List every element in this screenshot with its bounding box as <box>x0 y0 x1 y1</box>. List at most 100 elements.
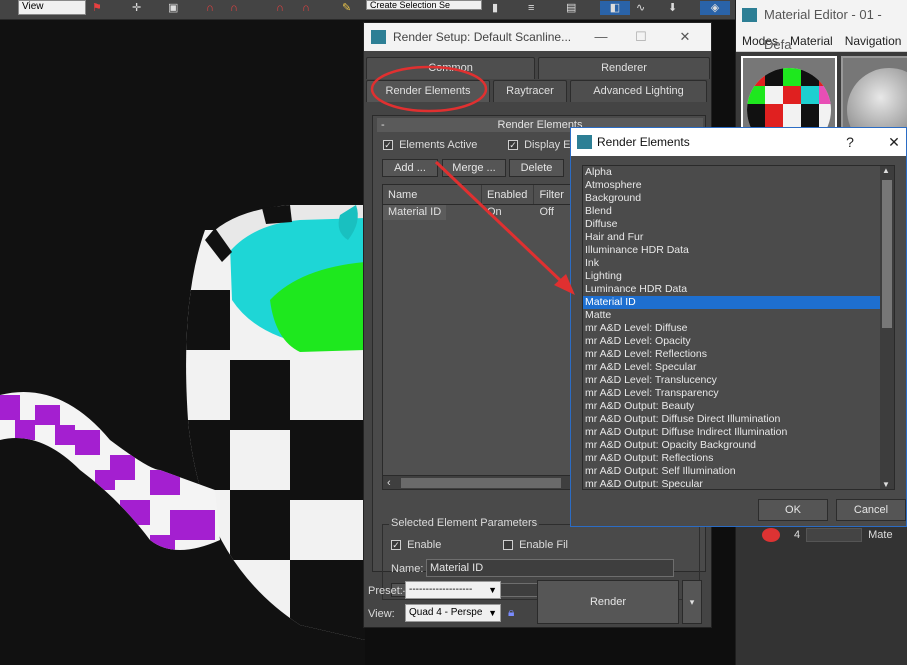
list-item[interactable]: Diffuse <box>583 218 881 231</box>
render-setup-icon[interactable]: ◧ <box>600 1 630 15</box>
enable-checkbox[interactable]: ✓ Enable <box>391 539 441 551</box>
tab-render-elements[interactable]: Render Elements <box>366 80 490 102</box>
display-elements-checkbox[interactable]: ✓ Display El <box>508 139 573 151</box>
mirror-icon[interactable]: ▮ <box>492 1 498 15</box>
list-item[interactable]: mr A&D Level: Diffuse <box>583 322 881 335</box>
render-elements-list[interactable]: Alpha Atmosphere Background Blend Diffuse Hai… <box>582 165 895 490</box>
scroll-left-icon[interactable]: ‹ <box>387 476 391 490</box>
curve-editor-icon[interactable]: ∿ <box>636 1 645 15</box>
snap-toggle-icon[interactable]: ∩ <box>206 1 214 15</box>
list-item[interactable]: mr A&D Output: Reflections <box>583 452 881 465</box>
row-name: Material ID <box>383 205 447 220</box>
list-item[interactable]: mr A&D Level: Reflections <box>583 348 881 361</box>
list-item[interactable]: Matte <box>583 309 881 322</box>
render-dropdown-button[interactable]: ▾ <box>682 580 702 624</box>
list-item[interactable]: Blend <box>583 205 881 218</box>
perspective-viewport[interactable] <box>0 20 365 665</box>
list-item[interactable]: mr A&D Output: Specular <box>583 478 881 489</box>
delete-button[interactable]: Delete <box>509 159 564 177</box>
angle-snap-icon[interactable]: ∩ <box>230 1 238 15</box>
add-button[interactable]: Add ... <box>382 159 438 177</box>
render-elements-table[interactable]: Name Enabled Filter Material ID On Off ‹ <box>382 184 582 490</box>
menu-material[interactable]: Material <box>790 30 833 51</box>
lock-icon[interactable]: 🔒︎ <box>508 605 514 620</box>
render-elements-titlebar[interactable]: Render Elements ? ✕ <box>571 128 906 156</box>
layer-explorer-icon[interactable]: ▤ <box>566 1 576 15</box>
material-editor-icon[interactable]: ◈ <box>700 1 730 15</box>
list-item[interactable]: Ink <box>583 257 881 270</box>
view-label: View: <box>368 608 395 620</box>
minimize-icon[interactable]: — <box>586 23 616 51</box>
list-item[interactable]: Material ID <box>583 296 881 309</box>
list-item[interactable]: mr A&D Level: Opacity <box>583 335 881 348</box>
list-item[interactable]: mr A&D Output: Diffuse Direct Illuminati… <box>583 413 881 426</box>
close-icon[interactable]: ✕ <box>670 23 700 51</box>
list-item[interactable]: mr A&D Output: Opacity Background <box>583 439 881 452</box>
preset-dropdown[interactable]: ------------------- ▼ <box>405 581 501 599</box>
align-icon[interactable]: ≡ <box>528 1 534 15</box>
list-item[interactable]: Hair and Fur <box>583 231 881 244</box>
enable-filtering-label: Enable Fil <box>519 539 568 551</box>
list-item[interactable]: Luminance HDR Data <box>583 283 881 296</box>
row-enabled: On <box>487 206 502 218</box>
render-button[interactable]: Render <box>537 580 679 624</box>
tab-raytracer[interactable]: Raytracer <box>493 80 567 102</box>
scrollbar-thumb[interactable] <box>401 478 561 488</box>
chevron-down-icon: ▼ <box>488 608 497 618</box>
spinner-snap-icon[interactable]: ∩ <box>302 1 310 15</box>
tab-advanced-lighting[interactable]: Advanced Lighting <box>570 80 707 102</box>
reference-coordinate-select[interactable]: View <box>18 0 86 15</box>
app-icon <box>742 8 757 22</box>
close-icon[interactable]: ✕ <box>879 128 907 156</box>
horizontal-scrollbar[interactable]: ‹ <box>383 475 581 489</box>
merge-button[interactable]: Merge ... <box>442 159 506 177</box>
maximize-icon[interactable]: ☐ <box>626 23 656 51</box>
list-item[interactable]: mr A&D Level: Transparency <box>583 387 881 400</box>
sample-slot-2[interactable] <box>841 56 907 130</box>
scale-icon[interactable]: ▣ <box>168 1 178 15</box>
tab-common[interactable]: Common <box>366 57 535 79</box>
scroll-up-icon[interactable]: ▲ <box>882 166 890 175</box>
pivot-icon[interactable]: ⚑ <box>92 1 102 15</box>
sample-slot-1[interactable] <box>741 56 837 130</box>
enable-label: Enable <box>407 539 442 551</box>
vertical-scrollbar[interactable]: ▲ ▼ <box>880 166 894 489</box>
render-setup-titlebar[interactable]: Render Setup: Default Scanline... — ☐ ✕ <box>364 23 711 51</box>
list-item[interactable]: Alpha <box>583 166 881 179</box>
check-icon: ✓ <box>383 140 393 151</box>
menu-navigation[interactable]: Navigation <box>845 30 902 51</box>
edit-named-selection-icon[interactable]: ✎ <box>342 1 351 15</box>
list-item[interactable]: Illuminance HDR Data <box>583 244 881 257</box>
percent-snap-icon[interactable]: ∩ <box>276 1 284 15</box>
element-name-field[interactable]: Material ID <box>426 559 674 577</box>
named-selection-set[interactable]: Create Selection Se <box>366 0 482 10</box>
list-item[interactable]: mr A&D Output: Beauty <box>583 400 881 413</box>
name-label: Name: <box>391 563 424 575</box>
view-dropdown[interactable]: Quad 4 - Perspe ▼ <box>405 604 501 622</box>
ok-button[interactable]: OK <box>758 499 828 521</box>
list-item[interactable]: Lighting <box>583 270 881 283</box>
list-item[interactable]: mr A&D Level: Specular <box>583 361 881 374</box>
column-enabled[interactable]: Enabled <box>482 185 535 204</box>
material-type-icon[interactable] <box>762 528 780 542</box>
select-move-icon[interactable]: ✛ <box>132 1 141 15</box>
schematic-view-icon[interactable]: ⬇ <box>668 1 677 15</box>
teapot-model <box>0 205 365 640</box>
list-item[interactable]: Background <box>583 192 881 205</box>
tab-renderer[interactable]: Renderer <box>538 57 710 79</box>
material-editor-titlebar[interactable]: Material Editor - 01 - Defa <box>736 0 907 52</box>
column-name[interactable]: Name <box>383 185 482 204</box>
slot-name-field[interactable] <box>806 528 863 542</box>
rollout-collapse-toggle[interactable]: - <box>381 118 385 132</box>
list-item[interactable]: mr A&D Level: Translucency <box>583 374 881 387</box>
cancel-button[interactable]: Cancel <box>836 499 906 521</box>
enable-filtering-checkbox[interactable]: Enable Fil <box>503 539 568 551</box>
scrollbar-thumb[interactable] <box>882 180 892 328</box>
list-item[interactable]: Atmosphere <box>583 179 881 192</box>
list-item[interactable]: mr A&D Output: Diffuse Indirect Illumina… <box>583 426 881 439</box>
table-row[interactable]: Material ID On Off <box>383 205 581 220</box>
list-item[interactable]: mr A&D Output: Self Illumination <box>583 465 881 478</box>
help-icon[interactable]: ? <box>835 128 865 156</box>
scroll-down-icon[interactable]: ▼ <box>882 480 890 489</box>
elements-active-checkbox[interactable]: ✓ Elements Active <box>383 139 477 151</box>
